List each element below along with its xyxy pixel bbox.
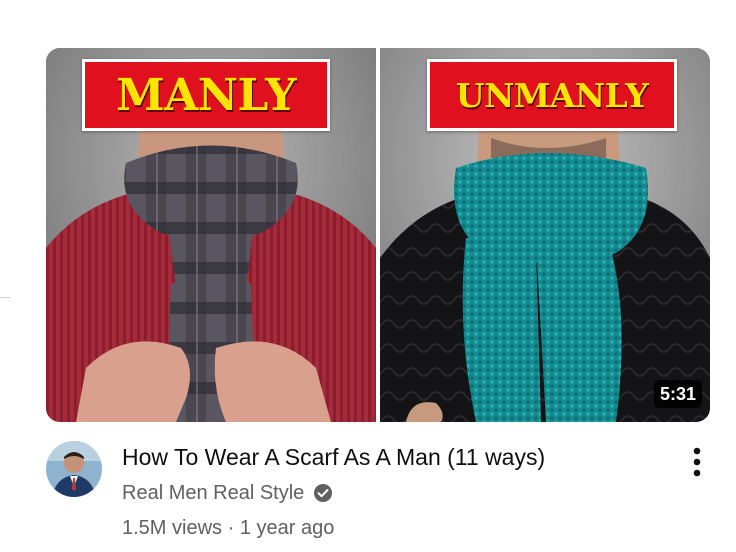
- publish-date: 1 year ago: [239, 517, 335, 539]
- video-title[interactable]: How To Wear A Scarf As A Man (11 ways): [122, 440, 662, 474]
- unmanly-banner-text: UNMANLY: [455, 75, 649, 115]
- avatar-image: [46, 441, 102, 497]
- channel-name[interactable]: Real Men Real Style: [122, 482, 304, 505]
- video-stats: 1.5M views · 1 year ago: [122, 514, 662, 542]
- stats-separator: ·: [227, 517, 235, 539]
- video-card-page: MANLY UNMANLY 5:31 How To Wear A Scarf A…: [0, 0, 736, 552]
- channel-row: Real Men Real Style: [122, 480, 662, 506]
- manly-banner: MANLY: [82, 59, 330, 131]
- divider: [0, 297, 10, 298]
- channel-avatar[interactable]: [46, 441, 102, 497]
- video-meta: How To Wear A Scarf As A Man (11 ways) R…: [122, 440, 662, 542]
- view-count: 1.5M views: [122, 517, 223, 539]
- video-thumbnail[interactable]: MANLY UNMANLY 5:31: [46, 48, 710, 422]
- kebab-menu-icon[interactable]: [680, 442, 714, 482]
- manly-banner-text: MANLY: [115, 69, 297, 121]
- duration-badge: 5:31: [653, 380, 702, 408]
- unmanly-banner: UNMANLY: [427, 59, 677, 131]
- verified-check-icon: [313, 483, 333, 503]
